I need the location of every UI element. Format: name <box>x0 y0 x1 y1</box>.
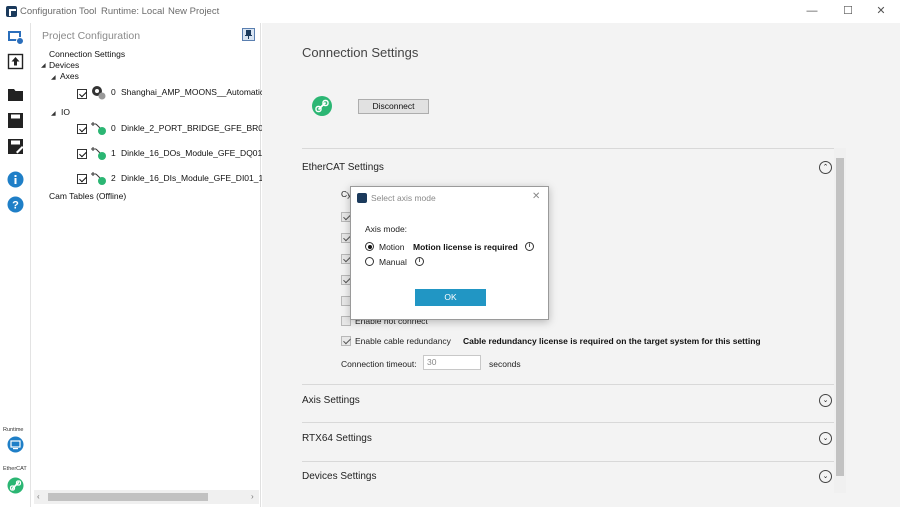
divider <box>302 422 834 423</box>
collapse-chevron-icon[interactable]: ⌃ <box>819 161 832 174</box>
axis-settings-header[interactable]: Axis Settings <box>302 395 834 406</box>
io-1-index: 1 <box>111 148 116 158</box>
scroll-right-icon[interactable]: › <box>251 492 254 501</box>
axes-expander-icon[interactable]: ◢ <box>51 74 56 81</box>
runtime-indicator: Runtime: Local <box>101 6 165 17</box>
io-2-checkbox[interactable] <box>77 174 87 184</box>
pin-button[interactable] <box>242 28 255 41</box>
io-module-icon <box>91 172 106 185</box>
io-1-checkbox[interactable] <box>77 149 87 159</box>
io-module-icon <box>91 147 106 160</box>
io-2-label[interactable]: Dinkle_16_DIs_Module_GFE_DI01_1_ <box>121 173 268 183</box>
io-0-label[interactable]: Dinkle_2_PORT_BRIDGE_GFE_BR02_ <box>121 123 273 133</box>
cable-redundancy-note: Cable redundancy license is required on … <box>463 336 761 346</box>
seconds-label: seconds <box>489 359 521 369</box>
devices-expander-icon[interactable]: ◢ <box>41 62 46 69</box>
project-name: New Project <box>168 6 220 17</box>
close-button[interactable]: ✕ <box>866 3 896 19</box>
divider <box>302 384 834 385</box>
info-icon[interactable]: i <box>525 242 534 251</box>
vertical-scrollbar[interactable] <box>834 148 846 493</box>
dialog-title: Select axis mode <box>371 193 436 203</box>
devices-settings-header[interactable]: Devices Settings <box>302 471 834 482</box>
panel-title: Project Configuration <box>42 30 141 42</box>
runtime-icon[interactable] <box>7 436 24 453</box>
scrollbar-thumb[interactable] <box>836 158 844 476</box>
divider <box>302 461 834 462</box>
tree-axes[interactable]: Axes <box>60 71 79 81</box>
runtime-caption: Runtime <box>3 427 24 433</box>
disconnect-button[interactable]: Disconnect <box>358 99 429 114</box>
motion-label[interactable]: Motion <box>379 242 405 252</box>
connection-settings-icon[interactable] <box>7 28 24 45</box>
io-0-checkbox[interactable] <box>77 124 87 134</box>
io-1-label[interactable]: Dinkle_16_DOs_Module_GFE_DQ01_I <box>121 148 269 158</box>
expand-chevron-icon[interactable]: ⌄ <box>819 394 832 407</box>
manual-label[interactable]: Manual <box>379 257 407 267</box>
axis-mode-label: Axis mode: <box>365 224 408 234</box>
axis-0-checkbox[interactable] <box>77 89 87 99</box>
axis-0-index: 0 <box>111 87 116 97</box>
maximize-button[interactable]: ☐ <box>833 3 863 19</box>
project-configuration-panel: Project Configuration Connection Setting… <box>32 23 273 507</box>
app-logo-icon <box>6 6 17 17</box>
enable-cable-redundancy-label: Enable cable redundancy <box>355 336 451 346</box>
ethercat-settings-header[interactable]: EtherCAT Settings <box>302 162 834 173</box>
left-toolbar: ? Runtime EtherCAT <box>0 23 31 507</box>
app-logo-icon <box>357 193 367 203</box>
app-name: Configuration Tool <box>20 6 97 17</box>
scroll-left-icon[interactable]: ‹ <box>37 492 40 501</box>
motion-radio[interactable] <box>365 242 374 251</box>
motion-license-note: Motion license is required <box>413 242 518 252</box>
info-icon[interactable]: i <box>415 257 424 266</box>
io-expander-icon[interactable]: ◢ <box>51 110 56 117</box>
expand-chevron-icon[interactable]: ⌄ <box>819 470 832 483</box>
ethercat-link-icon[interactable] <box>7 477 24 494</box>
servo-gear-icon <box>92 86 106 100</box>
tree-devices[interactable]: Devices <box>49 60 79 70</box>
svg-text:?: ? <box>12 200 19 212</box>
connection-timeout-input[interactable]: 30 <box>423 355 481 370</box>
tree-cam-tables[interactable]: Cam Tables (Offline) <box>49 191 126 201</box>
save-icon[interactable] <box>7 112 24 129</box>
rtx64-settings-header[interactable]: RTX64 Settings <box>302 433 834 444</box>
scrollbar-thumb[interactable] <box>48 493 208 501</box>
connected-link-icon <box>312 96 332 116</box>
horizontal-scrollbar[interactable]: ‹ › <box>34 490 259 504</box>
select-axis-mode-dialog: Select axis mode ✕ Axis mode: Motion Mot… <box>350 186 549 320</box>
tree-io[interactable]: IO <box>61 107 70 117</box>
io-0-index: 0 <box>111 123 116 133</box>
page-title: Connection Settings <box>302 45 419 60</box>
save-as-icon[interactable] <box>7 138 24 155</box>
info-icon[interactable] <box>7 171 24 188</box>
io-2-index: 2 <box>111 173 116 183</box>
io-module-icon <box>91 122 106 135</box>
minimize-button[interactable]: — <box>797 3 827 19</box>
divider <box>302 148 834 149</box>
help-icon[interactable]: ? <box>7 196 24 213</box>
dialog-close-button[interactable]: ✕ <box>532 191 540 202</box>
upload-icon[interactable] <box>7 53 24 70</box>
tree-connection-settings[interactable]: Connection Settings <box>49 49 125 59</box>
enable-cable-redundancy-checkbox[interactable] <box>341 336 351 346</box>
axis-0-label[interactable]: Shanghai_AMP_MOONS__Automatic <box>121 87 264 97</box>
ethercat-caption: EtherCAT <box>3 466 27 472</box>
connection-timeout-label: Connection timeout: <box>341 359 417 369</box>
title-bar: Configuration Tool Runtime: Local New Pr… <box>0 0 900 23</box>
ok-button[interactable]: OK <box>415 289 486 306</box>
open-folder-icon[interactable] <box>7 86 24 103</box>
pin-icon <box>245 30 252 39</box>
manual-radio[interactable] <box>365 257 374 266</box>
expand-chevron-icon[interactable]: ⌄ <box>819 432 832 445</box>
